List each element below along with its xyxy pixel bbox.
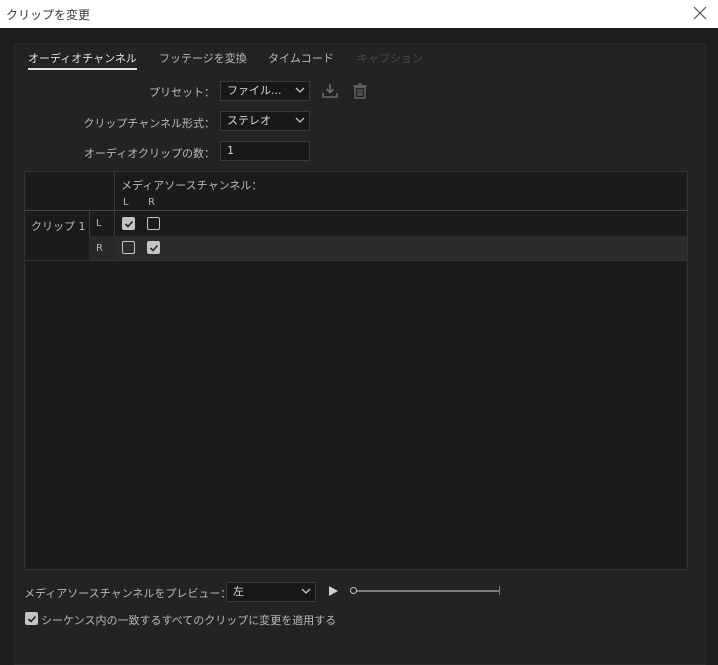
clip-count-input[interactable]: 1 xyxy=(220,141,310,161)
tab-timecode[interactable]: タイムコード xyxy=(268,50,334,66)
play-icon[interactable] xyxy=(328,586,338,596)
checkbox-l-l[interactable] xyxy=(122,217,135,230)
row-label-l: L xyxy=(96,218,102,229)
window-title: クリップを変更 xyxy=(6,8,91,22)
preview-value: 左 xyxy=(233,585,244,598)
preset-dropdown[interactable]: ファイル... xyxy=(220,81,310,101)
clip-format-value: ステレオ xyxy=(227,114,271,127)
chevron-down-icon xyxy=(295,117,305,123)
clip-count-label: オーディオクリップの数： xyxy=(83,147,215,160)
preview-slider-handle[interactable] xyxy=(350,587,357,594)
column-header-l: L xyxy=(123,197,129,208)
column-header-r: R xyxy=(148,197,155,208)
row-label-r: R xyxy=(96,243,103,254)
table-row-r xyxy=(115,236,687,260)
chevron-down-icon xyxy=(301,588,311,594)
checkbox-l-r[interactable] xyxy=(147,217,160,230)
clip-format-label: クリップチャンネル形式： xyxy=(83,117,215,130)
preview-slider[interactable] xyxy=(353,590,500,592)
preview-label: メディアソースチャンネルをプレビュー： xyxy=(24,587,232,600)
checkbox-r-l[interactable] xyxy=(122,241,135,254)
chevron-down-icon xyxy=(295,87,305,93)
trash-icon[interactable] xyxy=(351,82,369,100)
apply-all-label: シーケンス内の一致するすべてのクリップに変更を適用する xyxy=(41,614,337,627)
clip-1-label: クリップ 1 xyxy=(31,220,86,233)
apply-all-checkbox[interactable] xyxy=(25,612,38,625)
title-bar: クリップを変更 xyxy=(0,0,718,28)
preset-label: プリセット： xyxy=(149,86,215,99)
clip-format-dropdown[interactable]: ステレオ xyxy=(220,111,310,131)
save-preset-icon[interactable] xyxy=(321,82,339,100)
preview-dropdown[interactable]: 左 xyxy=(226,582,316,602)
preset-value: ファイル... xyxy=(227,84,282,97)
close-icon[interactable] xyxy=(690,3,710,23)
tab-interpret-footage[interactable]: フッテージを変換 xyxy=(159,50,247,66)
channel-grid: メディアソースチャンネル： L R クリップ 1 L R xyxy=(24,171,688,570)
tab-audio-channels[interactable]: オーディオチャンネル xyxy=(28,50,137,70)
checkbox-r-r[interactable] xyxy=(147,241,160,254)
tab-captions: キャプション xyxy=(357,52,423,65)
media-source-channels-header: メディアソースチャンネル： xyxy=(121,179,263,192)
